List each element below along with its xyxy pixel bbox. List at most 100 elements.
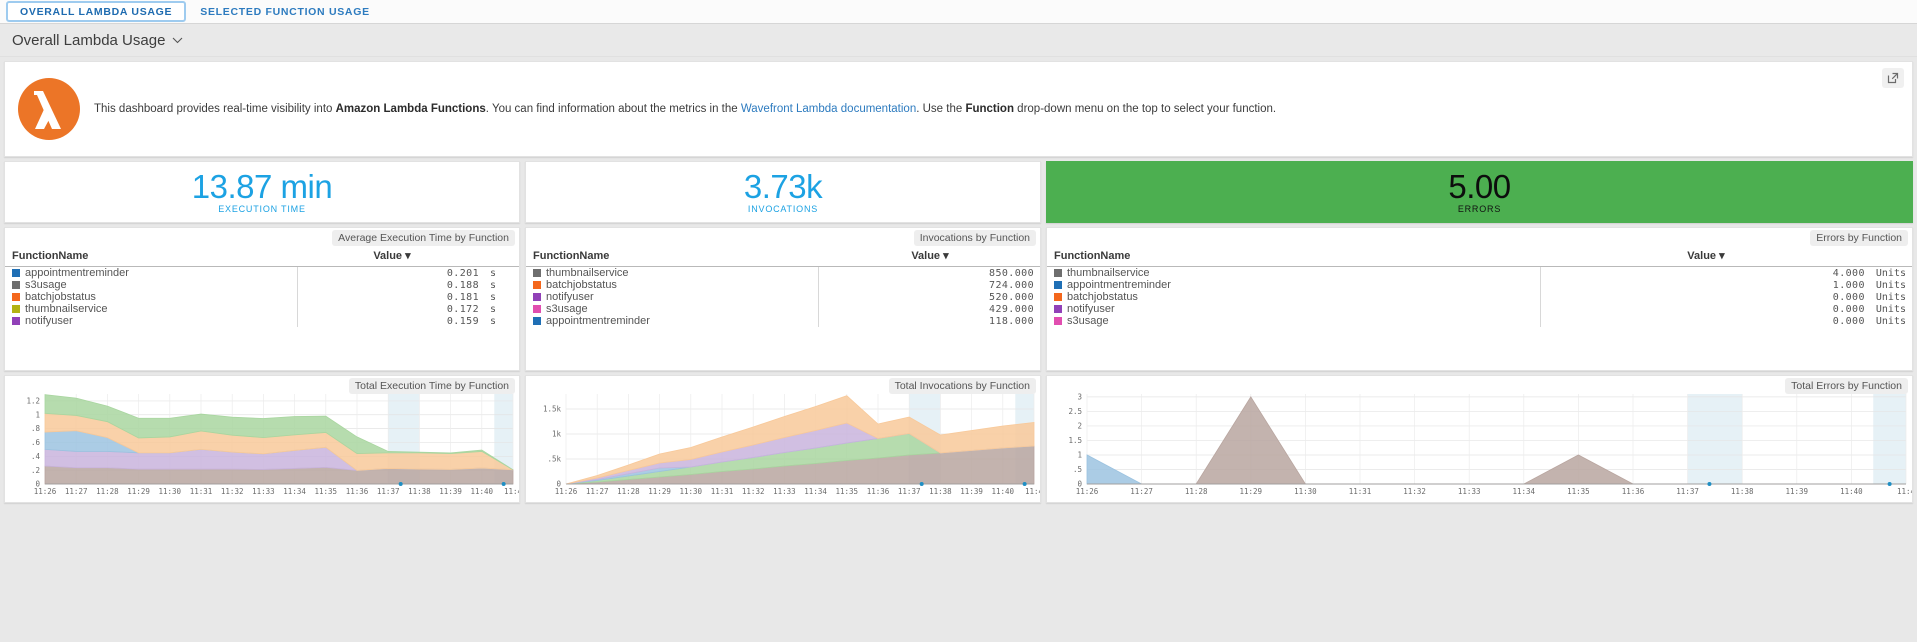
page-title: Overall Lambda Usage [12,31,166,49]
panel-average-execution-time: Average Execution Time by Function Funct… [4,227,520,371]
series-color-swatch [12,305,20,313]
cell-value: 1.000 [1832,279,1865,291]
kpi-invocations[interactable]: 3.73k INVOCATIONS [525,161,1041,223]
table-header-row: FunctionName Value ▾ [5,248,519,267]
svg-text:11:31: 11:31 [190,487,213,496]
kpi-execution-time[interactable]: 13.87 min EXECUTION TIME [4,161,520,223]
svg-text:11:28: 11:28 [617,487,640,496]
svg-text:.4: .4 [31,452,41,461]
svg-text:11:40: 11:40 [1840,487,1863,496]
panel-errors-by-function: Errors by Function FunctionName Value ▾ th… [1046,227,1913,371]
tab-overall-lambda-usage[interactable]: OVERALL LAMBDA USAGE [6,1,187,22]
cell-value: 4.000 [1832,267,1865,279]
kpi-row: 13.87 min EXECUTION TIME 3.73k INVOCATIO… [0,157,1917,223]
svg-text:11:37: 11:37 [1676,487,1699,496]
function-name-label: batchjobstatus [25,291,96,303]
cell-value: 429.000 [989,303,1034,315]
svg-text:11:40: 11:40 [992,487,1015,496]
chevron-down-icon[interactable] [172,33,183,47]
function-name-label: s3usage [25,279,67,291]
column-header-functionname[interactable]: FunctionName [526,248,819,267]
table-header-row: FunctionName Value ▾ [1047,248,1912,267]
column-header-unit [1870,248,1912,267]
function-name-label: appointmentreminder [1067,279,1171,291]
table-row[interactable]: appointmentreminder 1.000 Units [1047,279,1912,291]
table-row[interactable]: s3usage 0.000 Units [1047,315,1912,327]
table-row[interactable]: s3usage 429.000 [526,303,1040,315]
svg-text:11:30: 11:30 [680,487,703,496]
function-name-label: notifyuser [25,315,73,327]
cell-function-name: batchjobstatus [526,279,820,291]
cell-unit: Units [1875,279,1906,291]
chart-total-invocations[interactable]: 0.5k 1k 1.5k 11:26 11:27 11:28 11:29 11:30 11:31… [526,376,1040,502]
column-header-value[interactable]: Value ▾ [1540,248,1871,267]
cell-value: 724.000 [989,279,1034,291]
function-name-label: thumbnailservice [546,267,629,279]
column-header-value[interactable]: Value ▾ [818,248,1040,267]
svg-text:1: 1 [1077,451,1082,460]
function-name-label: batchjobstatus [1067,291,1138,303]
svg-text:11:37: 11:37 [377,487,400,496]
table-row[interactable]: appointmentreminder 118.000 [526,315,1040,327]
cell-value: 0.159 [446,315,479,327]
function-name-label: batchjobstatus [546,279,617,291]
table-row[interactable]: thumbnailservice 0.172 s [5,303,519,315]
cell-function-name: batchjobstatus [5,291,299,303]
svg-text:11:30: 11:30 [159,487,182,496]
external-link-icon[interactable] [1882,68,1904,88]
cell-function-name: thumbnailservice [5,303,299,315]
table-row[interactable]: batchjobstatus 724.000 [526,279,1040,291]
kpi-value: 3.73k [743,168,823,205]
kpi-errors[interactable]: 5.00 ERRORS [1046,161,1913,223]
svg-text:11:38: 11:38 [1731,487,1754,496]
table-row[interactable]: notifyuser 520.000 [526,291,1040,303]
cell-unit: s [490,315,497,327]
series-color-swatch [12,293,20,301]
table-errors-by-function: FunctionName Value ▾ thumbnailservice 4.000… [1047,248,1912,327]
table-average-execution-time: FunctionName Value ▾ appointmentreminder 0.… [5,248,519,327]
svg-text:11:34: 11:34 [804,487,827,496]
column-header-functionname[interactable]: FunctionName [5,248,298,267]
cell-value: 0.201 [446,267,479,279]
kpi-label: EXECUTION TIME [218,204,306,214]
table-row[interactable]: notifyuser 0.000 Units [1047,303,1912,315]
series-color-swatch [1054,269,1062,277]
svg-text:11:40: 11:40 [471,487,494,496]
svg-text:11:39: 11:39 [960,487,983,496]
banner-bold-2: Function [965,102,1014,115]
table-row[interactable]: batchjobstatus 0.000 Units [1047,291,1912,303]
svg-text:11:38: 11:38 [929,487,952,496]
svg-text:11:28: 11:28 [96,487,119,496]
chart-total-errors[interactable]: 0.5 1 1.5 2 2.5 3 11:26 11:27 11:28 11:29 11:30 11:… [1047,376,1912,502]
table-row[interactable]: appointmentreminder 0.201 s [5,266,519,279]
svg-text:1k: 1k [552,430,562,439]
svg-text:11:35: 11:35 [836,487,859,496]
column-header-value[interactable]: Value ▾ [297,248,485,267]
cell-value: 118.000 [989,315,1034,327]
cell-function-name: notifyuser [5,315,299,327]
chart-total-execution-time[interactable]: 0.2.4.6.8 1 1.2 11:26 11:27 11:28 11:29 11:30 11… [5,376,519,502]
table-row[interactable]: notifyuser 0.159 s [5,315,519,327]
table-row[interactable]: thumbnailservice 850.000 [526,266,1040,279]
svg-text:11:35: 11:35 [315,487,338,496]
table-row[interactable]: s3usage 0.188 s [5,279,519,291]
svg-text:2: 2 [1077,422,1082,431]
series-color-swatch [533,281,541,289]
svg-text:1.5: 1.5 [1068,436,1082,445]
svg-text:11:36: 11:36 [867,487,890,496]
wavefront-docs-link[interactable]: Wavefront Lambda documentation [741,103,916,115]
column-header-functionname[interactable]: FunctionName [1047,248,1541,267]
tab-selected-function-usage[interactable]: SELECTED FUNCTION USAGE [188,0,382,23]
cell-function-name: s3usage [526,303,820,315]
table-row[interactable]: thumbnailservice 4.000 Units [1047,266,1912,279]
svg-text:11:39: 11:39 [439,487,462,496]
cell-value: 0.000 [1832,315,1865,327]
cell-function-name: batchjobstatus [1047,291,1541,303]
cell-function-name: appointmentreminder [1047,279,1541,291]
table-header-row: FunctionName Value ▾ [526,248,1040,267]
svg-text:11:32: 11:32 [742,487,765,496]
table-row[interactable]: batchjobstatus 0.181 s [5,291,519,303]
svg-text:11:29: 11:29 [648,487,671,496]
svg-text:.6: .6 [31,438,41,447]
banner-text-4: drop-down menu on the top to select your… [1013,102,1277,115]
